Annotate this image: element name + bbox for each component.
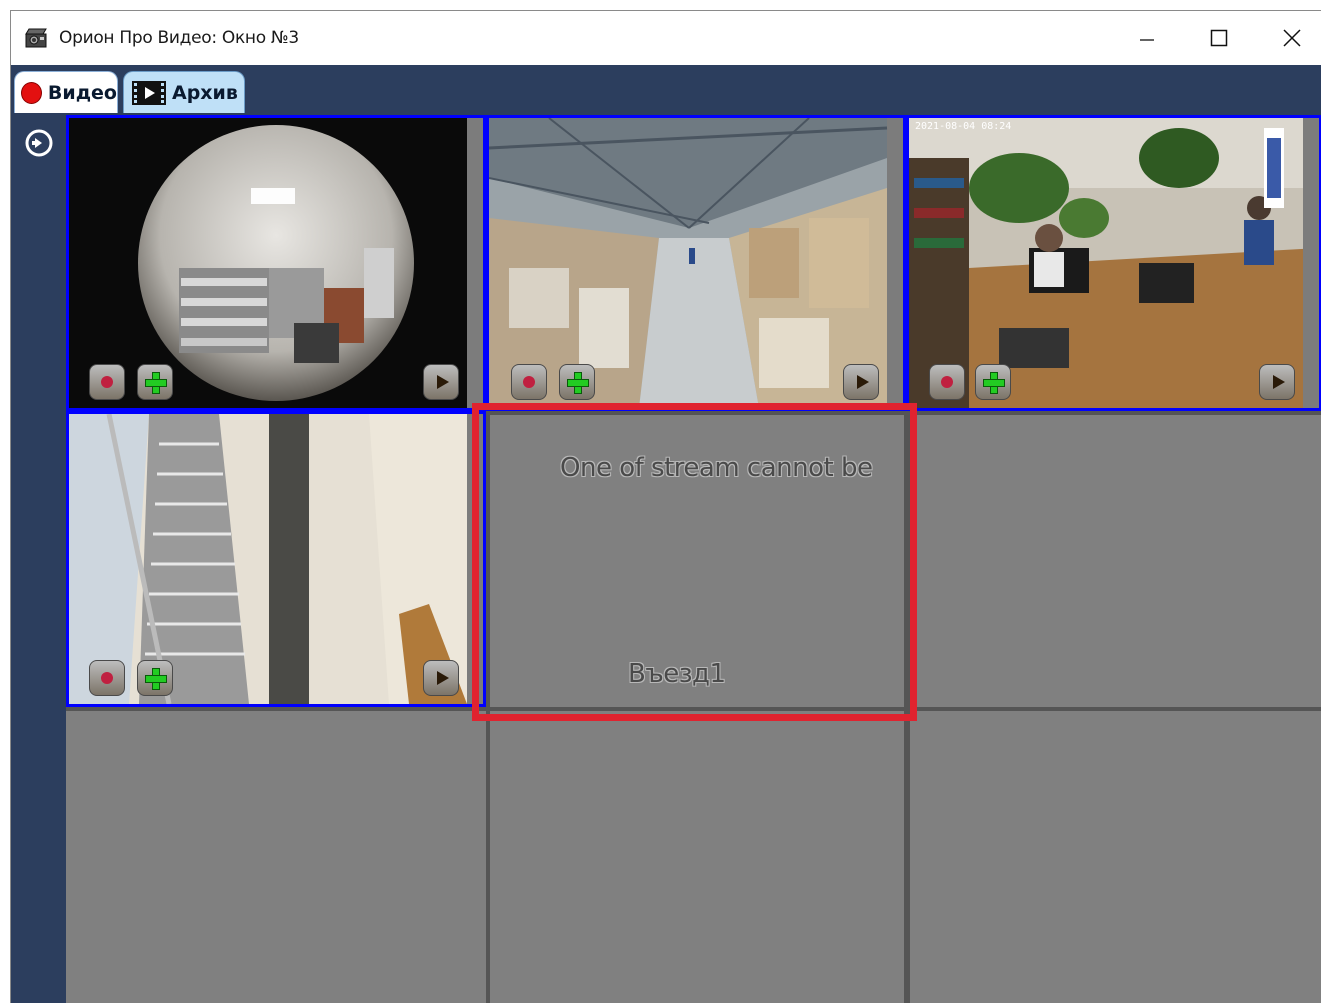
camera-cell-6[interactable] <box>910 415 1321 707</box>
camera-cell-9[interactable] <box>910 711 1321 1003</box>
film-icon <box>132 80 166 105</box>
add-button[interactable] <box>975 364 1011 400</box>
record-icon <box>941 376 953 388</box>
maximize-icon <box>1210 29 1228 47</box>
tab-video[interactable]: Видео <box>14 71 118 113</box>
camera-cell-2[interactable] <box>486 115 906 411</box>
title-bar[interactable]: Орион Про Видео: Окно №3 <box>11 11 1321 65</box>
play-icon <box>436 671 449 685</box>
camera-clapper-icon <box>25 28 47 48</box>
camera-cell-7[interactable] <box>66 711 486 1003</box>
left-sidebar <box>11 115 66 1003</box>
timestamp-label: 2021-08-04 08:24 <box>915 121 1012 132</box>
plus-icon <box>144 667 167 690</box>
play-button[interactable] <box>1259 364 1295 400</box>
app-window: Орион Про Видео: Окно №3 Видео Архив 202… <box>10 10 1321 1003</box>
record-icon <box>101 376 113 388</box>
record-icon <box>101 672 113 684</box>
play-button[interactable] <box>423 660 459 696</box>
close-icon <box>1283 29 1301 47</box>
play-icon <box>856 375 869 389</box>
plus-icon <box>982 371 1005 394</box>
record-dot-icon <box>21 81 42 104</box>
maximize-button[interactable] <box>1182 11 1256 65</box>
camera-cell-5[interactable]: One of stream cannot be Въезд1 <box>490 415 904 707</box>
expand-arrow-icon[interactable] <box>25 129 53 157</box>
play-button[interactable] <box>843 364 879 400</box>
plus-icon <box>144 371 167 394</box>
plus-icon <box>566 371 589 394</box>
minimize-button[interactable] <box>1110 11 1184 65</box>
tab-video-label: Видео <box>47 81 117 104</box>
record-button[interactable] <box>929 364 965 400</box>
tab-archive[interactable]: Архив <box>123 71 245 113</box>
tab-archive-label: Архив <box>172 81 238 104</box>
add-button[interactable] <box>137 660 173 696</box>
camera-feed-fisheye <box>69 118 483 408</box>
camera-cell-4[interactable] <box>66 411 486 707</box>
add-button[interactable] <box>559 364 595 400</box>
camera-cell-1[interactable] <box>66 115 486 411</box>
close-button[interactable] <box>1255 11 1321 65</box>
record-button[interactable] <box>89 660 125 696</box>
record-button[interactable] <box>511 364 547 400</box>
camera-cell-3[interactable]: 2021-08-04 08:24 <box>906 115 1321 411</box>
record-button[interactable] <box>89 364 125 400</box>
play-icon <box>1272 375 1285 389</box>
video-grid: 2021-08-04 08:24 One of stream cannot be… <box>66 115 1321 1003</box>
tab-bar: Видео Архив <box>11 65 1321 115</box>
camera-feed-office <box>909 118 1319 408</box>
camera-feed-staircase <box>69 414 483 704</box>
minimize-icon <box>1140 39 1154 41</box>
camera-cell-8[interactable] <box>490 711 904 1003</box>
play-button[interactable] <box>423 364 459 400</box>
add-button[interactable] <box>137 364 173 400</box>
stream-error-message: One of stream cannot be <box>560 453 873 483</box>
play-icon <box>436 375 449 389</box>
camera-feed-warehouse <box>489 118 903 408</box>
window-title: Орион Про Видео: Окно №3 <box>59 28 299 48</box>
record-icon <box>523 376 535 388</box>
camera-name-label: Въезд1 <box>628 659 726 689</box>
